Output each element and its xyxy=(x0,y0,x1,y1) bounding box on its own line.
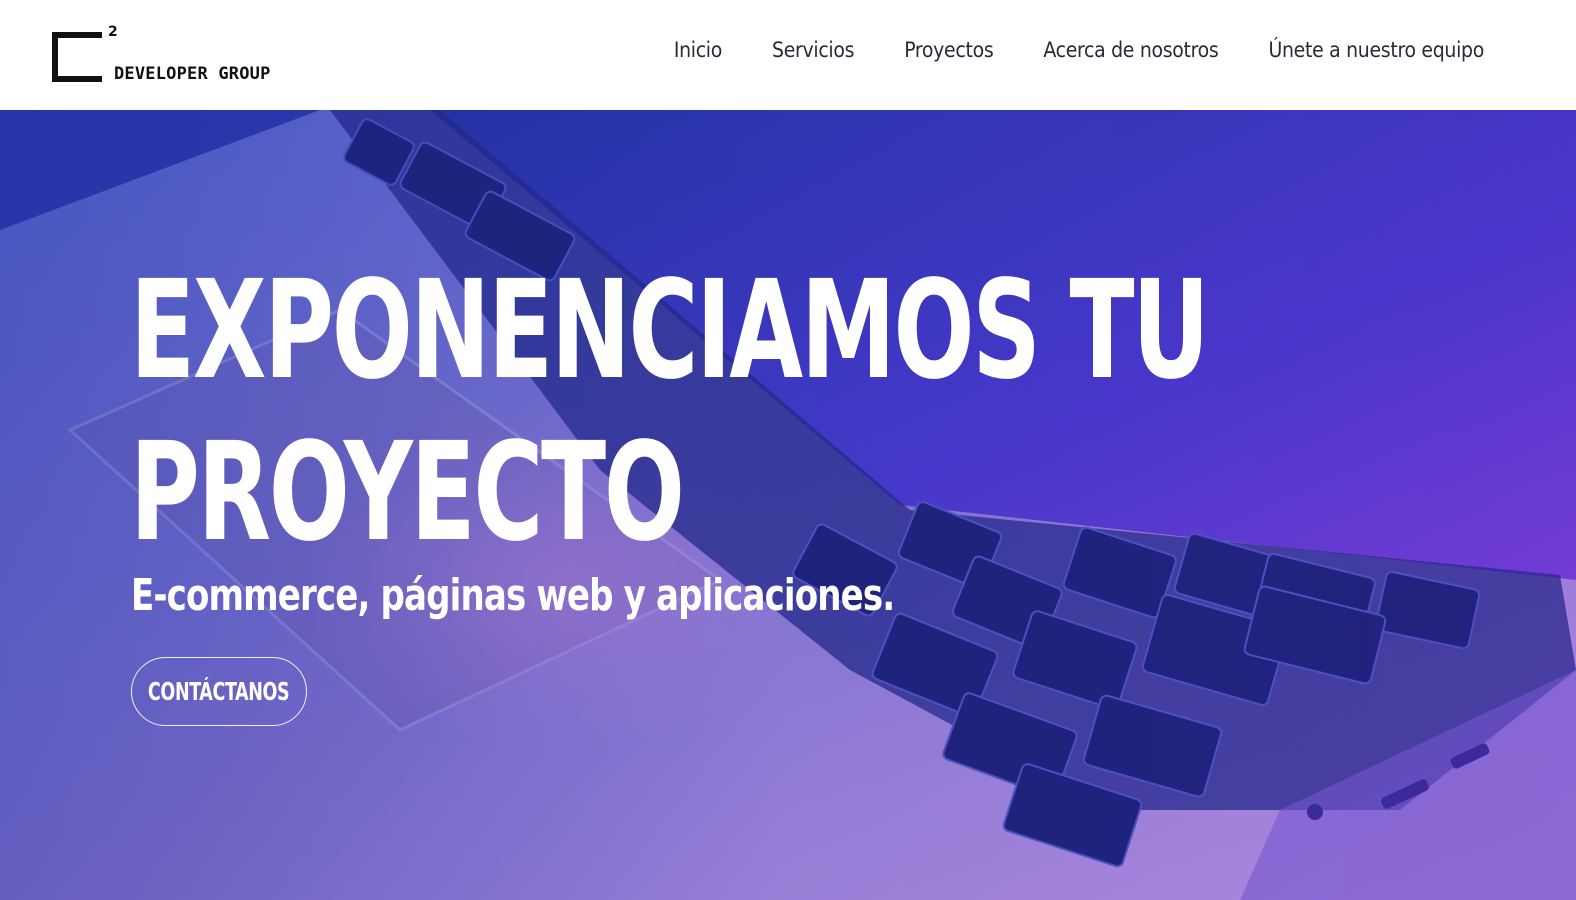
nav-link-acerca[interactable]: Acerca de nosotros xyxy=(1043,38,1218,62)
site-header: 2 DEVELOPER GROUP Inicio Servicios Proye… xyxy=(0,0,1576,110)
contact-button-label: CONTÁCTANOS xyxy=(148,677,290,706)
logo-text: DEVELOPER GROUP xyxy=(114,64,271,84)
hero-title: EXPONENCIAMOS TU PROYECTO xyxy=(130,250,1210,574)
hero-section: EXPONENCIAMOS TU PROYECTO E-commerce, pá… xyxy=(0,110,1576,900)
nav-link-inicio[interactable]: Inicio xyxy=(674,38,723,62)
contact-button[interactable]: CONTÁCTANOS xyxy=(131,657,307,726)
logo[interactable]: 2 DEVELOPER GROUP xyxy=(52,22,342,88)
logo-superscript: 2 xyxy=(108,24,118,40)
page: 2 DEVELOPER GROUP Inicio Servicios Proye… xyxy=(0,0,1576,900)
hero-subtitle: E-commerce, páginas web y aplicaciones. xyxy=(131,570,895,621)
hero-title-line-2: PROYECTO xyxy=(130,414,685,572)
nav-link-unete[interactable]: Únete a nuestro equipo xyxy=(1268,38,1484,62)
logo-c-mark-icon xyxy=(52,32,102,82)
nav-link-proyectos[interactable]: Proyectos xyxy=(904,38,993,62)
nav-link-servicios[interactable]: Servicios xyxy=(772,38,854,62)
main-nav: Inicio Servicios Proyectos Acerca de nos… xyxy=(674,38,1484,62)
hero-title-line-1: EXPONENCIAMOS TU xyxy=(130,252,1210,410)
